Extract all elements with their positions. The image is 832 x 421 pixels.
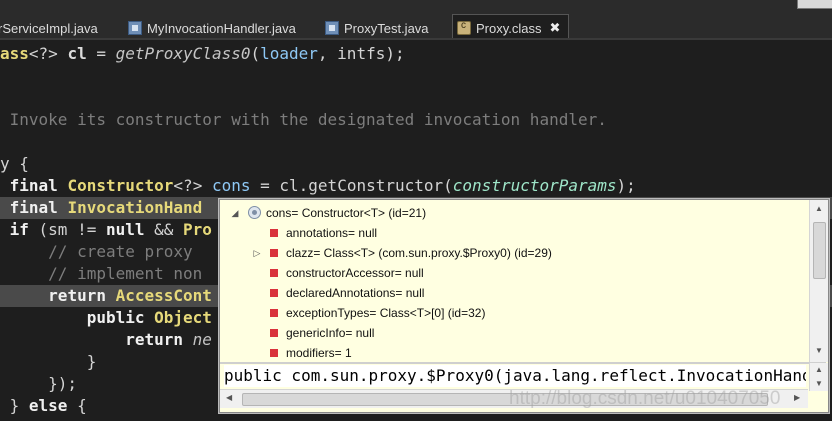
tab-proxy-class[interactable]: Proxy.class ✖ [452,14,570,41]
scroll-down-icon[interactable]: ▼ [815,346,823,355]
field-icon [270,349,278,357]
tree-row-field[interactable]: genericInfo= null [220,323,800,343]
variable-tree[interactable]: ◢ cons= Constructor<T> (id=21) annotatio… [220,200,808,362]
tree-row-label: genericInfo= null [286,326,375,340]
expand-arrow-icon[interactable]: ▷ [252,243,262,263]
detail-divider[interactable] [220,362,826,364]
detail-pane[interactable]: public com.sun.proxy.$Proxy0(java.lang.r… [224,365,806,387]
java-file-icon [128,21,142,35]
detail-vertical-scrollbar[interactable]: ▲ ▼ [809,363,828,391]
tab-label: ProxyTest.java [344,20,429,36]
code-line: final Constructor<?> cons = cl.getConstr… [9,176,636,195]
variable-inspect-popup[interactable]: ◢ cons= Constructor<T> (id=21) annotatio… [219,199,829,413]
collapse-arrow-icon[interactable]: ◢ [230,203,240,223]
local-variable-icon [248,206,261,219]
code-line: y { [0,154,29,173]
tree-row-label: cons= Constructor<T> (id=21) [266,206,427,220]
scroll-down-icon[interactable]: ▼ [815,379,823,388]
scroll-right-icon[interactable]: ▶ [794,393,800,402]
scroll-up-icon[interactable]: ▲ [815,204,823,213]
tree-row-field[interactable]: constructorAccessor= null [220,263,800,283]
tree-vertical-scrollbar[interactable]: ▲ ▼ [809,200,828,362]
field-icon [270,309,278,317]
tree-row-field[interactable]: ▷ clazz= Class<T> (com.sun.proxy.$Proxy0… [220,243,800,263]
field-icon [270,249,278,257]
tree-row-label: declaredAnnotations= null [286,286,425,300]
tree-row-field[interactable]: modifiers= 1 [220,343,800,362]
tree-row-label: constructorAccessor= null [286,266,424,280]
java-file-icon [325,21,339,35]
tree-row-field[interactable]: exceptionTypes= Class<T>[0] (id=32) [220,303,800,323]
tree-row-cons[interactable]: ◢ cons= Constructor<T> (id=21) [220,203,800,223]
field-icon [270,329,278,337]
tree-row-label: clazz= Class<T> (com.sun.proxy.$Proxy0) … [286,246,552,260]
watermark: http://blog.csdn.net/u010407050 [509,388,781,409]
editor-tab-bar: rServiceImpl.java MyInvocationHandler.ja… [0,0,832,41]
tree-row-label: modifiers= 1 [286,346,352,360]
tree-row-label: annotations= null [286,226,378,240]
tree-row-field[interactable]: annotations= null [220,223,800,243]
field-icon [270,229,278,237]
scroll-left-icon[interactable]: ◀ [226,393,232,402]
code-line: ass<?> cl = getProxyClass0(loader, intfs… [0,44,405,63]
window-control[interactable] [797,0,832,9]
scroll-up-icon[interactable]: ▲ [815,365,823,374]
tree-row-field[interactable]: declaredAnnotations= null [220,283,800,303]
close-icon[interactable]: ✖ [550,20,561,36]
tree-row-label: exceptionTypes= Class<T>[0] (id=32) [286,306,486,320]
code-comment-line: Invoke its constructor with the designat… [0,110,607,129]
scroll-thumb[interactable] [813,222,826,279]
class-file-icon [457,20,471,35]
tab-label: rServiceImpl.java [0,20,98,36]
tab-label: Proxy.class [476,20,542,36]
field-icon [270,289,278,297]
tab-label: MyInvocationHandler.java [147,20,296,36]
field-icon [270,269,278,277]
